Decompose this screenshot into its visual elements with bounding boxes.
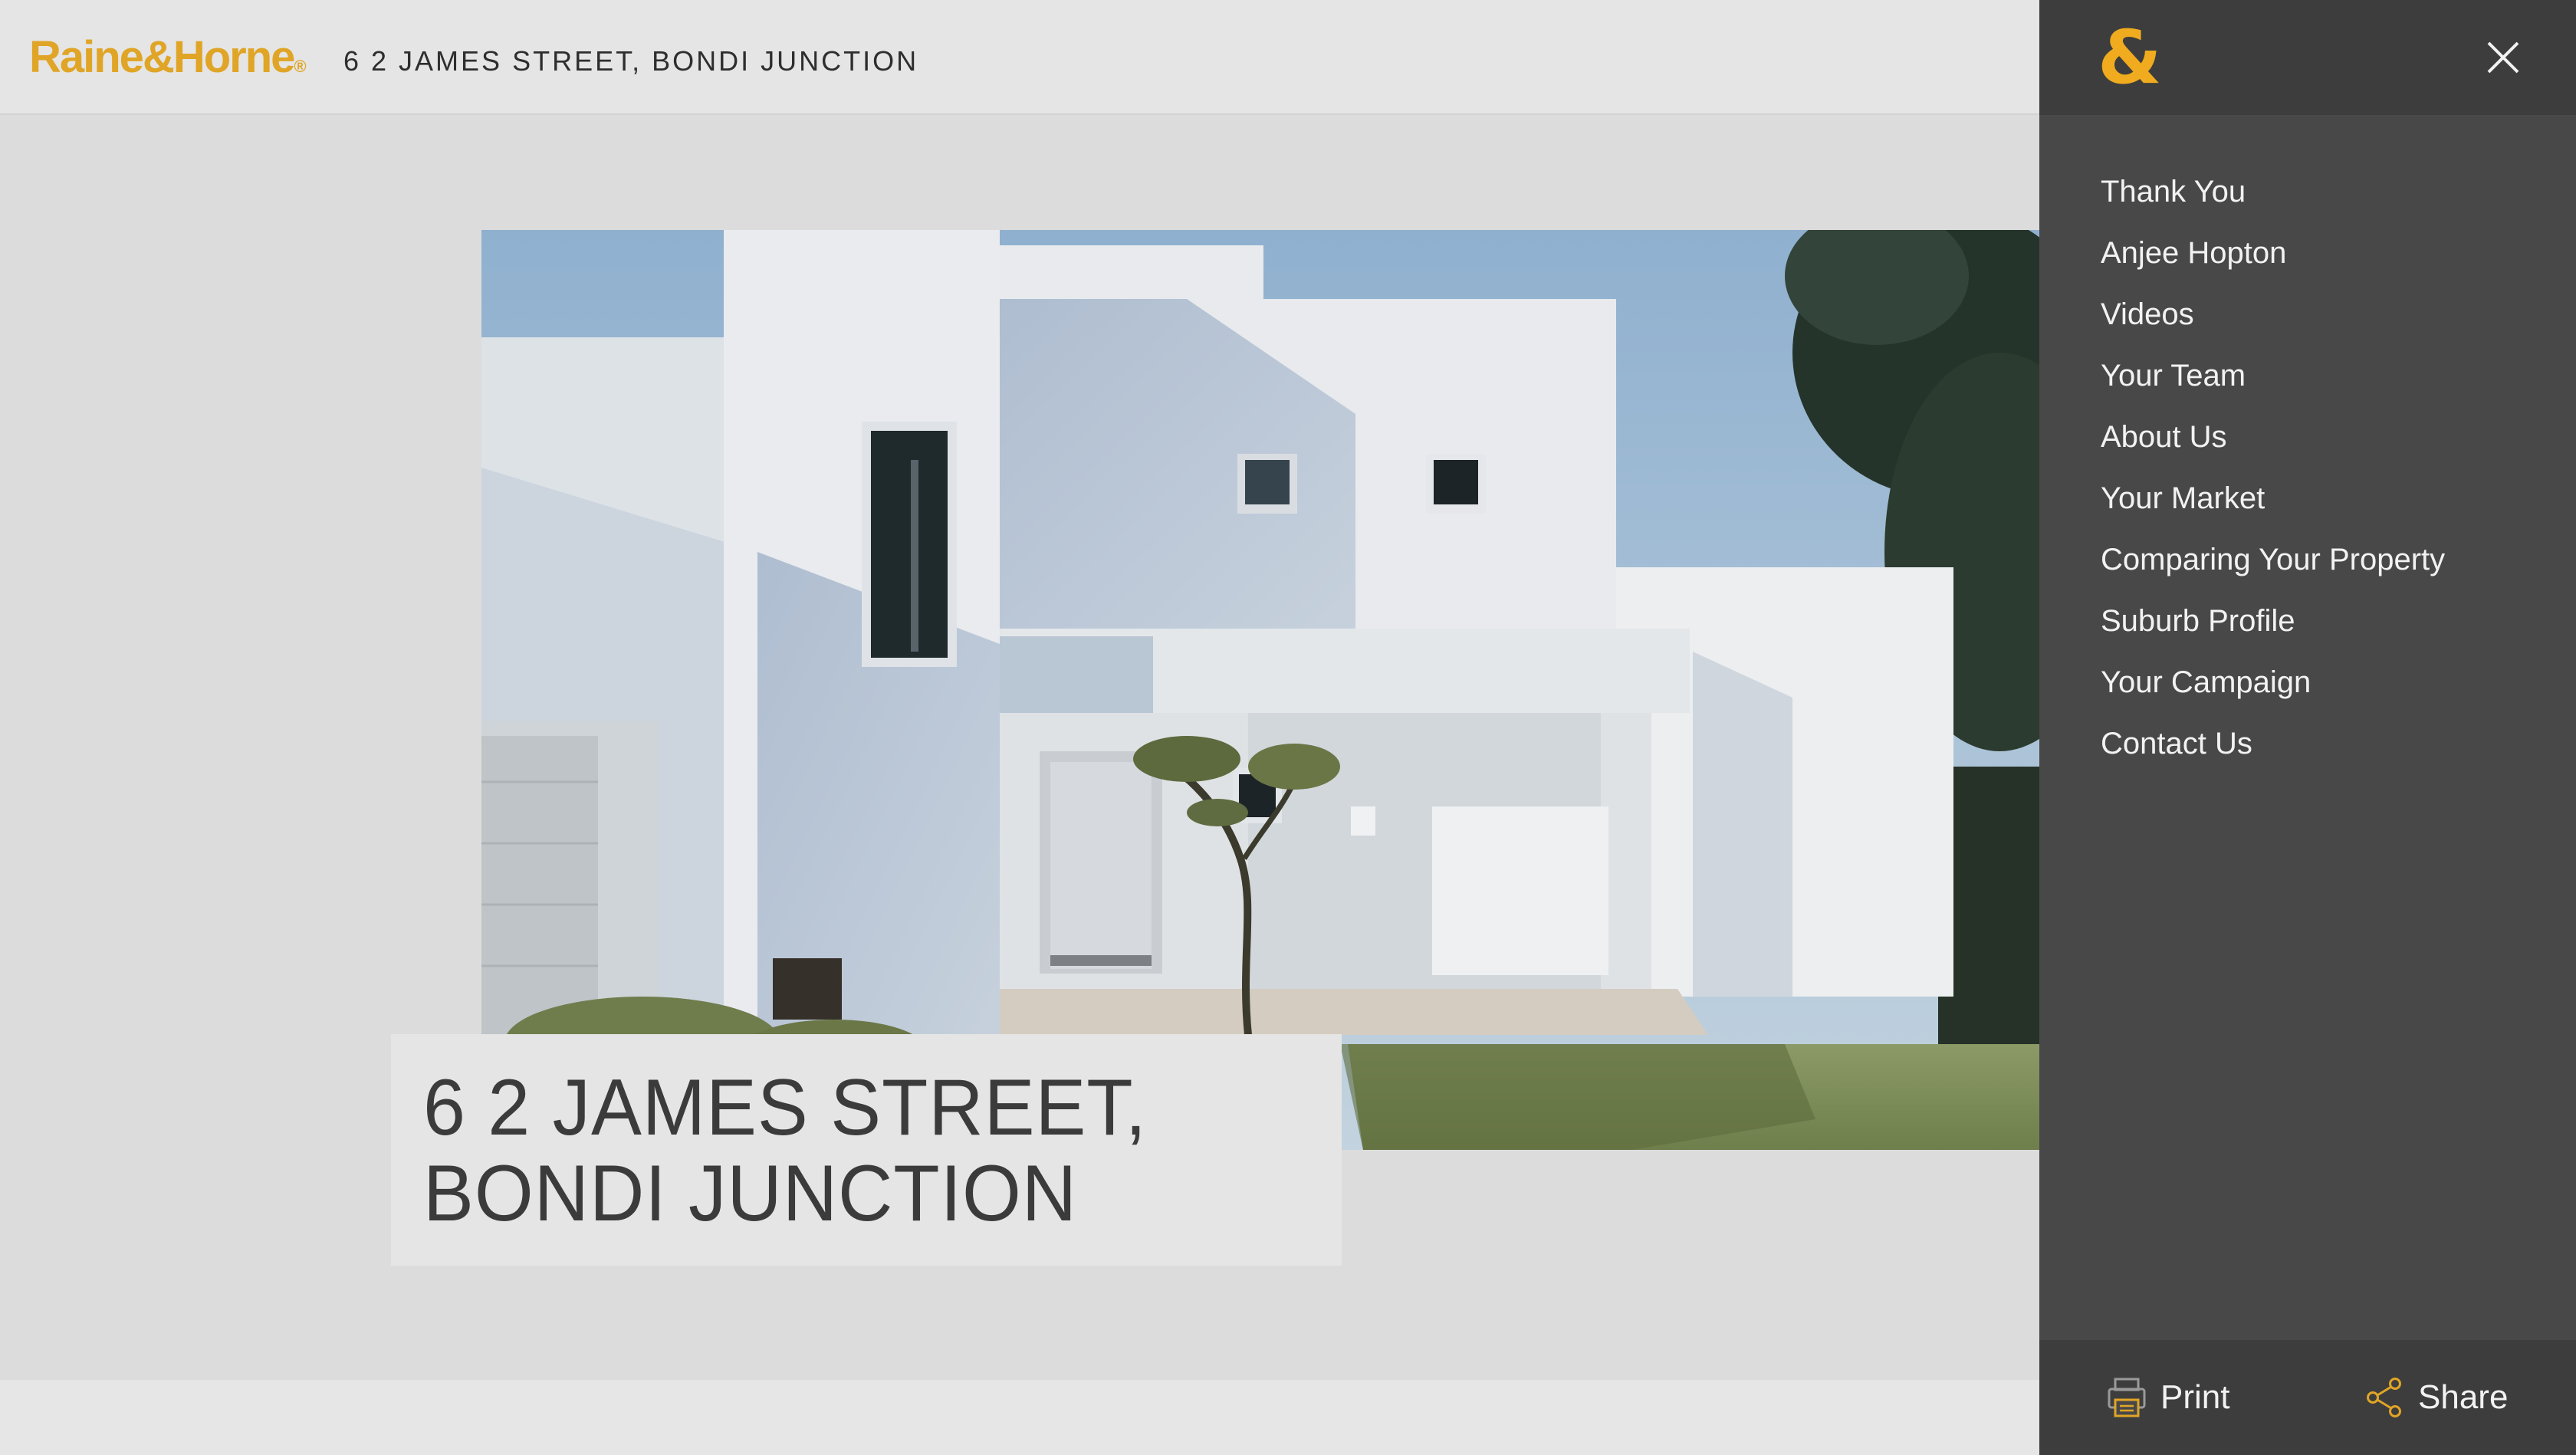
hero-image — [481, 230, 2039, 1150]
close-icon — [2487, 41, 2519, 74]
share-icon — [2367, 1378, 2401, 1417]
print-label: Print — [2160, 1378, 2230, 1416]
share-label: Share — [2418, 1378, 2509, 1416]
menu-item-your-market[interactable]: Your Market — [2101, 468, 2445, 529]
menu-item-your-team[interactable]: Your Team — [2101, 345, 2445, 406]
close-menu-button[interactable] — [2469, 23, 2538, 92]
header-address: 6 2 JAMES STREET, BONDI JUNCTION — [343, 45, 919, 77]
print-button[interactable]: Print — [2107, 1374, 2229, 1421]
menu-item-thank-you[interactable]: Thank You — [2101, 161, 2445, 222]
property-title-card: 6 2 JAMES STREET, BONDI JUNCTION — [391, 1034, 1342, 1266]
menu-top-bar: & — [2039, 0, 2576, 115]
page-bottom-strip — [0, 1380, 2039, 1455]
menu-item-your-campaign[interactable]: Your Campaign — [2101, 652, 2445, 713]
top-header: Raine&Horne® 6 2 JAMES STREET, BONDI JUN… — [0, 0, 2039, 115]
menu-item-about-us[interactable]: About Us — [2101, 406, 2445, 468]
menu-item-contact-us[interactable]: Contact Us — [2101, 713, 2445, 774]
share-button[interactable]: Share — [2364, 1374, 2508, 1421]
menu-item-videos[interactable]: Videos — [2101, 284, 2445, 345]
menu-nav-list: Thank You Anjee Hopton Videos Your Team … — [2101, 161, 2445, 774]
printer-icon — [2108, 1378, 2146, 1417]
menu-footer: Print Share — [2039, 1340, 2576, 1455]
menu-item-anjee-hopton[interactable]: Anjee Hopton — [2101, 222, 2445, 284]
property-title-line-2: BONDI JUNCTION — [423, 1149, 1078, 1238]
menu-item-comparing-your-property[interactable]: Comparing Your Property — [2101, 529, 2445, 590]
property-title-line-1: 6 2 JAMES STREET, — [423, 1063, 1148, 1152]
ampersand-logo-icon: & — [2098, 15, 2162, 100]
brand-logo-mark: ® — [294, 57, 306, 76]
brand-logo[interactable]: Raine&Horne® — [29, 31, 307, 94]
menu-item-suburb-profile[interactable]: Suburb Profile — [2101, 590, 2445, 652]
brand-logo-text: Raine&Horne — [29, 32, 295, 82]
side-menu: & Thank You Anjee Hopton Videos Your Tea… — [2039, 0, 2576, 1455]
